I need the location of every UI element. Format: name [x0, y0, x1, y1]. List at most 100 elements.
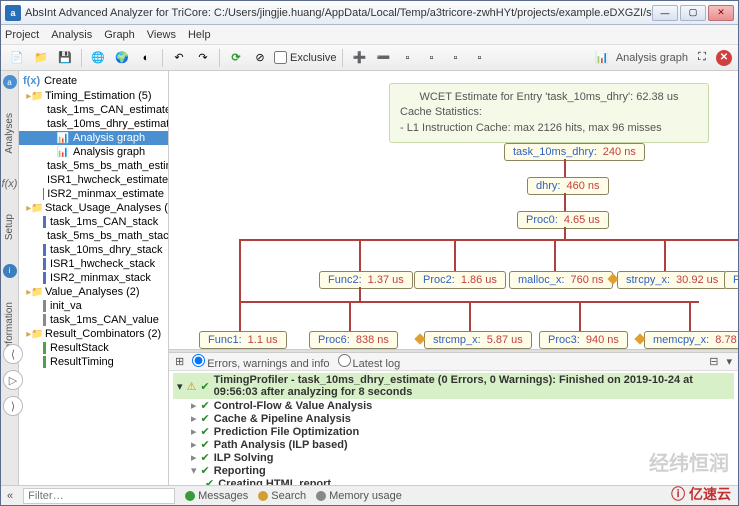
node-proc0[interactable]: Proc0: 4.65 us: [517, 211, 609, 229]
tab-analyses[interactable]: Analyses: [4, 109, 15, 158]
item-r2[interactable]: ResultTiming: [19, 355, 168, 369]
nav-next-icon[interactable]: ⟩: [3, 396, 23, 416]
log-tool-icon[interactable]: ⊟: [709, 355, 718, 368]
item-v1[interactable]: init_va: [19, 299, 168, 313]
bar-icon: [43, 258, 46, 270]
info-icon[interactable]: i: [3, 264, 17, 278]
minimize-button[interactable]: —: [652, 5, 678, 21]
radio-errors[interactable]: Errors, warnings and info: [192, 354, 329, 370]
expand-icon[interactable]: «: [7, 490, 13, 502]
tab-search[interactable]: Search: [258, 490, 306, 502]
tool2-icon[interactable]: ▫: [421, 48, 441, 68]
edge: [579, 301, 581, 331]
item-t1[interactable]: task_1ms_CAN_estimate: [19, 103, 168, 117]
menu-project[interactable]: Project: [5, 29, 39, 41]
item-s5[interactable]: ISR2_minmax_stack: [19, 271, 168, 285]
exclusive-checkbox[interactable]: Exclusive: [274, 51, 336, 64]
graph-canvas[interactable]: WCET Estimate for Entry 'task_10ms_dhry'…: [169, 71, 738, 349]
item-r1[interactable]: ResultStack: [19, 341, 168, 355]
item-t2[interactable]: task_10ms_dhry_estimate: [19, 117, 168, 131]
open-icon[interactable]: 📁: [31, 48, 51, 68]
tool4-icon[interactable]: ▫: [469, 48, 489, 68]
zoom-in-icon[interactable]: ➕: [349, 48, 369, 68]
node-task[interactable]: task_10ms_dhry: 240 ns: [504, 143, 645, 161]
edge: [664, 239, 666, 271]
log-line: ▸✔ILP Solving: [173, 451, 734, 464]
item-t4[interactable]: ISR1_hwcheck_estimate: [19, 173, 168, 187]
node-proc5[interactable]: Proc5: 320 ns: [724, 271, 738, 289]
log-body[interactable]: ▾⚠✔TimingProfiler - task_10ms_dhry_estim…: [169, 371, 738, 485]
edge: [349, 301, 351, 331]
expand-icon[interactable]: ⛶: [692, 48, 712, 68]
node-proc3[interactable]: Proc3: 940 ns: [539, 331, 628, 349]
node-dhry[interactable]: dhry: 460 ns: [527, 177, 609, 195]
menu-views[interactable]: Views: [147, 29, 176, 41]
zoom-out-icon[interactable]: ➖: [373, 48, 393, 68]
nav-prev-icon[interactable]: ⟨: [3, 344, 23, 364]
item-s2[interactable]: task_5ms_bs_math_stack: [19, 229, 168, 243]
tab-messages[interactable]: Messages: [185, 490, 248, 502]
pie-icon[interactable]: ◐: [136, 48, 156, 68]
maximize-button[interactable]: ▢: [680, 5, 706, 21]
item-v2[interactable]: task_1ms_CAN_value: [19, 313, 168, 327]
node-proc6[interactable]: Proc6: 838 ns: [309, 331, 398, 349]
group-timing[interactable]: ▸📁Timing_Estimation (5): [19, 89, 168, 103]
world-icon[interactable]: 🌍: [112, 48, 132, 68]
stop-icon[interactable]: ⊘: [250, 48, 270, 68]
tab-setup[interactable]: Setup: [4, 210, 15, 244]
nav-play-icon[interactable]: ▷: [3, 370, 23, 390]
menu-analysis[interactable]: Analysis: [51, 29, 92, 41]
window-title: AbsInt Advanced Analyzer for TriCore: C:…: [25, 7, 652, 19]
filter-input[interactable]: [23, 488, 175, 504]
node-func1[interactable]: Func1: 1.1 us: [199, 331, 287, 349]
edge: [359, 287, 361, 301]
globe-icon[interactable]: 🌐: [88, 48, 108, 68]
new-icon[interactable]: 📄: [7, 48, 27, 68]
item-s4[interactable]: ISR1_hwcheck_stack: [19, 257, 168, 271]
graph-icon[interactable]: 📊: [592, 48, 612, 68]
tab-memory[interactable]: Memory usage: [316, 490, 402, 502]
menu-help[interactable]: Help: [188, 29, 211, 41]
bar-icon: [43, 300, 46, 312]
item-s3[interactable]: task_10ms_dhry_stack: [19, 243, 168, 257]
app-window: a AbsInt Advanced Analyzer for TriCore: …: [0, 0, 739, 506]
tree-panel: f(x)Create ▸📁Timing_Estimation (5) task_…: [19, 71, 169, 485]
radio-latest[interactable]: Latest log: [338, 354, 401, 370]
back-icon[interactable]: ↶: [169, 48, 189, 68]
group-value[interactable]: ▸📁Value_Analyses (2): [19, 285, 168, 299]
log-header[interactable]: ▾⚠✔TimingProfiler - task_10ms_dhry_estim…: [173, 373, 734, 399]
expand-icon[interactable]: ⊞: [175, 355, 184, 368]
node-strcmp[interactable]: strcmp_x: 5.87 us: [424, 331, 532, 349]
folder-icon: ▸📁: [29, 328, 41, 340]
node-proc2[interactable]: Proc2: 1.86 us: [414, 271, 506, 289]
edge: [239, 239, 241, 331]
item-t2-graph[interactable]: 📊Analysis graph: [19, 131, 168, 145]
node-malloc[interactable]: malloc_x: 760 ns: [509, 271, 613, 289]
log-line: ✔Creating HTML report: [173, 477, 734, 485]
close-panel-icon[interactable]: ✕: [716, 50, 732, 66]
node-memcpy[interactable]: memcpy_x: 8.78 us: [644, 331, 738, 349]
group-result[interactable]: ▸📁Result_Combinators (2): [19, 327, 168, 341]
node-func2[interactable]: Func2: 1.37 us: [319, 271, 413, 289]
log-tool-icon[interactable]: ▾: [726, 355, 732, 368]
group-stack[interactable]: ▸📁Stack_Usage_Analyses (5): [19, 201, 168, 215]
close-button[interactable]: ✕: [708, 5, 734, 21]
edge: [564, 159, 566, 177]
edge: [564, 193, 566, 211]
node-strcpy[interactable]: strcpy_x: 30.92 us: [617, 271, 727, 289]
save-icon[interactable]: 💾: [55, 48, 75, 68]
tool3-icon[interactable]: ▫: [445, 48, 465, 68]
side-icon[interactable]: a: [3, 75, 17, 89]
folder-icon: ▸📁: [29, 90, 41, 102]
graph-icon: 📊: [57, 132, 69, 144]
item-t3[interactable]: task_5ms_bs_math_estim: [19, 159, 168, 173]
refresh-icon[interactable]: ⟳: [226, 48, 246, 68]
item-t2-graph2[interactable]: 📊Analysis graph: [19, 145, 168, 159]
item-t5[interactable]: ISR2_minmax_estimate: [19, 187, 168, 201]
menubar: Project Analysis Graph Views Help: [1, 25, 738, 45]
item-s1[interactable]: task_1ms_CAN_stack: [19, 215, 168, 229]
bar-icon: [43, 356, 46, 368]
menu-graph[interactable]: Graph: [104, 29, 135, 41]
forward-icon[interactable]: ↷: [193, 48, 213, 68]
tool1-icon[interactable]: ▫: [397, 48, 417, 68]
